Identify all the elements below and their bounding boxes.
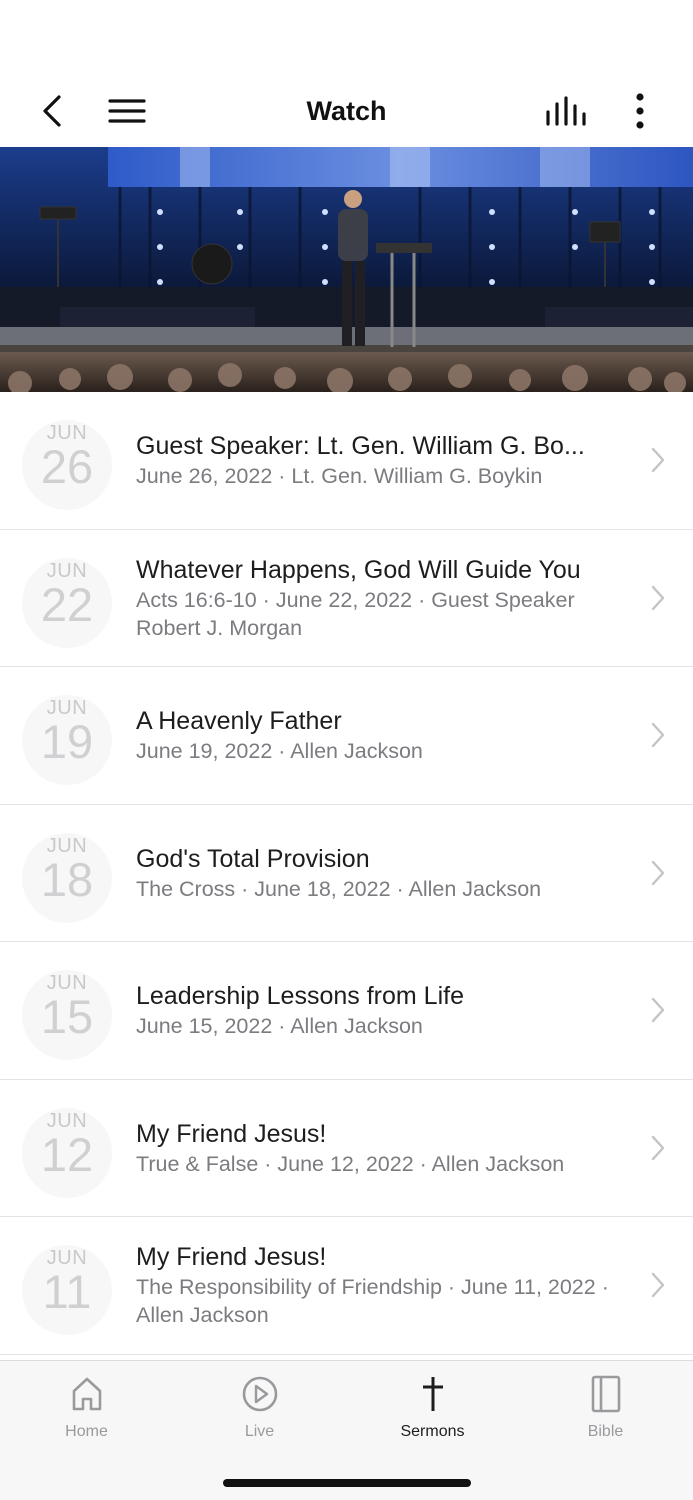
date-day: 15 (40, 990, 94, 1043)
tab-sermons[interactable]: Sermons (346, 1373, 519, 1441)
tab-label: Live (244, 1423, 275, 1440)
more-vertical-icon (636, 93, 644, 129)
sermon-row[interactable]: JUN 22 Whatever Happens, God Will Guide … (0, 529, 693, 667)
chevron-left-icon (43, 95, 61, 127)
tab-home[interactable]: Home (0, 1373, 173, 1441)
date-day: 26 (40, 440, 94, 493)
sermon-title: Guest Speaker: Lt. Gen. William G. Bo... (136, 432, 585, 461)
date-day: 11 (42, 1265, 92, 1318)
sermon-row[interactable]: JUN 12 My Friend Jesus! True & False · J… (0, 1079, 693, 1217)
sermon-subtitle: The Responsibility of Friendship · June … (136, 1275, 609, 1328)
home-icon (72, 1377, 101, 1411)
sermon-subtitle: June 26, 2022 · Lt. Gen. William G. Boyk… (136, 464, 543, 489)
chevron-right-icon (651, 723, 665, 748)
back-button[interactable] (30, 75, 74, 147)
chevron-right-icon (651, 1135, 665, 1160)
more-options-button[interactable] (620, 75, 660, 147)
sermon-row[interactable]: JUN 15 Leadership Lessons from Life June… (0, 942, 693, 1080)
sermon-title: Leadership Lessons from Life (136, 982, 464, 1011)
date-day: 18 (40, 852, 94, 906)
date-badge: JUN 26 (22, 420, 112, 510)
stage-photo (0, 147, 693, 392)
tab-label: Bible (587, 1423, 624, 1440)
date-badge: JUN 12 (22, 1107, 112, 1198)
tab-bar: Home Live Sermons Bible (0, 1360, 693, 1500)
sermon-row[interactable]: JUN 11 My Friend Jesus! The Responsibili… (0, 1217, 693, 1355)
date-day: 19 (40, 715, 94, 768)
cross-icon (422, 1377, 443, 1411)
hero-image (0, 147, 693, 392)
sermon-subtitle: June 19, 2022 · Allen Jackson (136, 739, 423, 764)
audio-bars-icon (546, 96, 586, 126)
date-badge: JUN 15 (22, 970, 112, 1060)
chevron-right-icon (651, 1273, 665, 1298)
sermon-row[interactable]: JUN 18 God's Total Provision The Cross ·… (0, 804, 693, 942)
sermon-title: A Heavenly Father (136, 707, 342, 736)
date-badge: JUN 11 (22, 1245, 112, 1335)
play-circle-icon (242, 1376, 277, 1412)
sermon-subtitle: Acts 16:6-10 · June 22, 2022 · Guest Spe… (136, 587, 575, 640)
book-icon (591, 1375, 620, 1413)
hamburger-menu-icon (108, 99, 146, 123)
sermon-title: Whatever Happens, God Will Guide You (136, 555, 581, 584)
sermon-subtitle: The Cross · June 18, 2022 · Allen Jackso… (136, 876, 542, 901)
tab-label: Sermons (400, 1423, 465, 1440)
status-bar (0, 0, 693, 75)
tab-bible[interactable]: Bible (519, 1373, 692, 1441)
sermon-title: My Friend Jesus! (136, 1243, 327, 1272)
chevron-right-icon (651, 448, 665, 473)
tab-label: Home (65, 1423, 108, 1440)
sermon-subtitle: True & False · June 12, 2022 · Allen Jac… (136, 1151, 565, 1176)
menu-button[interactable] (104, 75, 150, 147)
date-day: 22 (40, 577, 94, 631)
sermon-list: JUN 26 Guest Speaker: Lt. Gen. William G… (0, 392, 693, 1355)
chevron-right-icon (651, 860, 665, 885)
sermon-subtitle: June 15, 2022 · Allen Jackson (136, 1014, 423, 1039)
sermon-row[interactable]: JUN 26 Guest Speaker: Lt. Gen. William G… (0, 392, 693, 530)
date-badge: JUN 19 (22, 695, 112, 785)
date-badge: JUN 22 (22, 557, 112, 648)
date-badge: JUN 18 (22, 832, 112, 923)
sermon-title: My Friend Jesus! (136, 1119, 327, 1148)
sermon-title: God's Total Provision (136, 844, 370, 873)
navigation-bar: Watch (0, 75, 693, 147)
tab-live[interactable]: Live (173, 1373, 346, 1441)
chevron-right-icon (651, 585, 665, 610)
sermon-row[interactable]: JUN 19 A Heavenly Father June 19, 2022 ·… (0, 667, 693, 805)
chevron-right-icon (651, 998, 665, 1023)
home-indicator[interactable] (223, 1479, 471, 1487)
audio-button[interactable] (540, 75, 592, 147)
date-day: 12 (40, 1127, 94, 1181)
